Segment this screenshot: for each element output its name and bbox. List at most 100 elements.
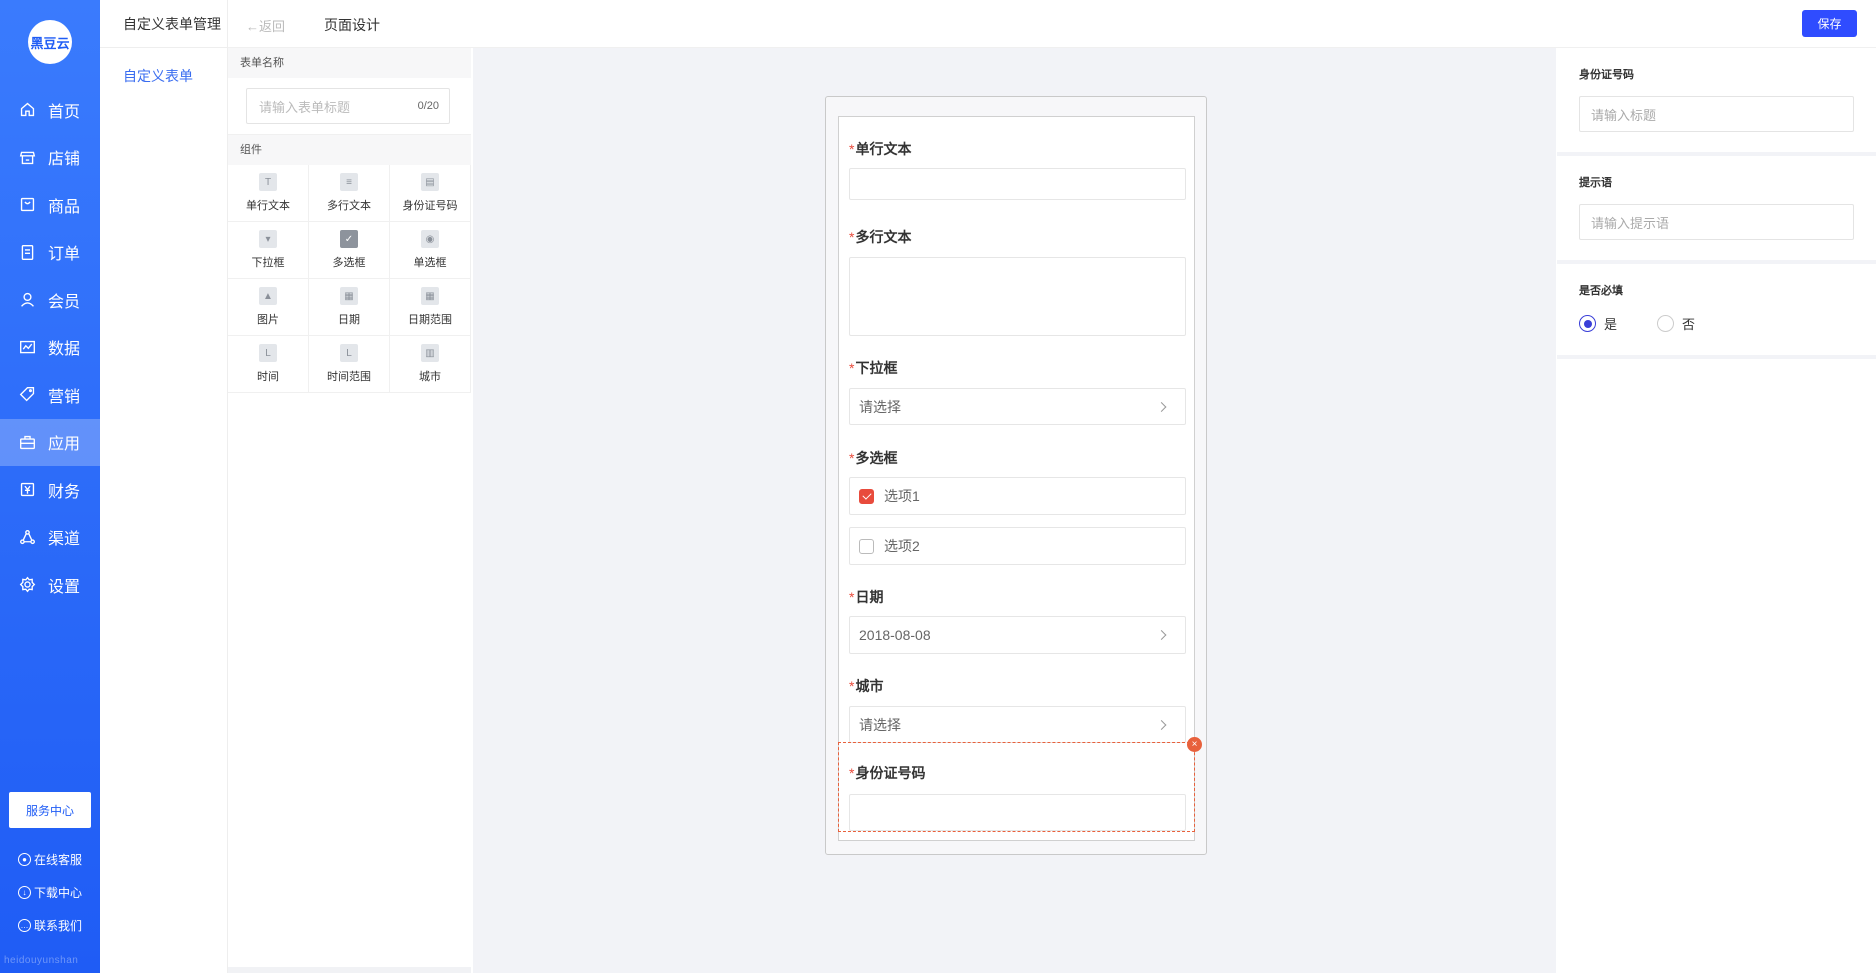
- radio-checked-icon[interactable]: [1579, 315, 1596, 332]
- sidebar-item-member[interactable]: 会员: [0, 276, 100, 324]
- data-icon: [18, 338, 36, 356]
- component-checkbox[interactable]: ✓ 多选框: [309, 222, 390, 279]
- lines-icon: ≡: [340, 173, 358, 191]
- radio-unchecked-icon[interactable]: [1657, 315, 1675, 332]
- online-service-link[interactable]: ● 在线客服: [18, 843, 82, 876]
- channel-icon: [18, 528, 36, 546]
- sidebar-item-marketing[interactable]: 营销: [0, 371, 100, 419]
- property-required-label: 是否必填: [1579, 285, 1623, 297]
- checkbox-checked-icon[interactable]: [859, 488, 874, 504]
- component-dropdown[interactable]: ▾ 下拉框: [228, 222, 309, 279]
- sidebar-item-order[interactable]: 订单: [0, 229, 100, 277]
- form-name-label: 表单名称: [228, 48, 471, 78]
- component-date[interactable]: ▦ 日期: [309, 279, 390, 336]
- page-title: 页面设计: [324, 17, 380, 33]
- component-radio[interactable]: ◉ 单选框: [390, 222, 471, 279]
- sidebar-item-goods[interactable]: 商品: [0, 181, 100, 229]
- radio-no[interactable]: 否: [1657, 314, 1695, 333]
- chat-icon: …: [18, 919, 31, 932]
- app-icon: [18, 433, 36, 451]
- save-button[interactable]: 保存: [1802, 10, 1857, 37]
- download-center-link[interactable]: ↓ 下载中心: [18, 876, 82, 909]
- date-picker[interactable]: 2018-08-08: [849, 616, 1186, 654]
- field-label-multi-text: *多行文本: [849, 229, 912, 245]
- sidebar-item-label: 设置: [48, 578, 81, 596]
- sidebar-item-app[interactable]: 应用: [0, 418, 100, 466]
- sidebar-item-finance[interactable]: 财务: [0, 466, 100, 514]
- field-label-dropdown: *下拉框: [849, 360, 898, 376]
- property-hint-label: 提示语: [1579, 177, 1612, 189]
- sidebar-links: ● 在线客服 ↓ 下载中心 … 联系我们: [18, 843, 82, 942]
- id-card-icon: ▤: [421, 173, 439, 191]
- components-label: 组件: [228, 135, 471, 165]
- radio-yes[interactable]: 是: [1579, 314, 1617, 333]
- checkbox-option-2[interactable]: 选项2: [849, 527, 1186, 565]
- text-icon: T: [259, 173, 277, 191]
- delete-field-icon[interactable]: ×: [1187, 737, 1202, 752]
- avatar-icon: ●: [18, 853, 31, 866]
- sidebar-item-label: 订单: [48, 246, 81, 264]
- sub-sidebar: 自定义表单管理 自定义表单: [100, 0, 228, 973]
- sub-sidebar-title: 自定义表单管理: [100, 0, 227, 48]
- component-id-card[interactable]: ▤ 身份证号码: [390, 165, 471, 222]
- contact-us-link[interactable]: … 联系我们: [18, 909, 82, 942]
- calendar-range-icon: ▦: [421, 287, 439, 305]
- field-label-city: *城市: [849, 678, 884, 694]
- id-card-input[interactable]: [849, 794, 1186, 831]
- sub-sidebar-item-custom-form[interactable]: 自定义表单: [100, 66, 227, 86]
- field-label-checkbox: *多选框: [849, 450, 898, 466]
- component-multi-text[interactable]: ≡ 多行文本: [309, 165, 390, 222]
- single-text-input[interactable]: [849, 168, 1186, 200]
- design-canvas: *单行文本 *多行文本 *下拉框 请选择 *多选框 选项1 选项2 *日期 20…: [473, 48, 1556, 973]
- settings-icon: [18, 576, 36, 594]
- finance-icon: [18, 481, 36, 499]
- property-title-label: 身份证号码: [1579, 69, 1634, 81]
- building-icon: ▥: [421, 344, 439, 362]
- sidebar-item-data[interactable]: 数据: [0, 324, 100, 372]
- service-center-button[interactable]: 服务中心: [9, 792, 91, 828]
- sidebar-item-label: 店铺: [48, 151, 81, 169]
- selected-field-id-card[interactable]: × *身份证号码: [838, 737, 1202, 832]
- sidebar-item-label: 营销: [48, 388, 81, 406]
- component-image[interactable]: ▲ 图片: [228, 279, 309, 336]
- sidebar-item-label: 数据: [48, 341, 81, 359]
- multi-text-textarea[interactable]: [849, 257, 1186, 336]
- components-panel: 表单名称 请输入表单标题 0/20 组件 T 单行文本 ≡ 多行文本 ▤ 身份证号码 …: [228, 48, 471, 973]
- checkbox-option-1[interactable]: 选项1: [849, 477, 1186, 515]
- main-sidebar: 黑豆云 首页 店铺 商品 订单 会员 数据 营销 应用 财务 渠道 设置 服务中…: [0, 0, 100, 973]
- clock-range-icon: L: [340, 344, 358, 362]
- radio-icon: ◉: [421, 230, 439, 248]
- logo[interactable]: 黑豆云: [28, 20, 72, 64]
- sidebar-item-store[interactable]: 店铺: [0, 134, 100, 182]
- component-time[interactable]: L 时间: [228, 336, 309, 393]
- form-name-input[interactable]: 请输入表单标题 0/20: [246, 88, 450, 124]
- properties-panel: 身份证号码 请输入标题 提示语 请输入提示语 是否必填 是 否: [1557, 48, 1876, 973]
- component-single-text[interactable]: T 单行文本: [228, 165, 309, 222]
- order-icon: [18, 243, 36, 261]
- watermark: heidouyunshan: [4, 955, 79, 966]
- title-input[interactable]: 请输入标题: [1579, 96, 1854, 132]
- hint-input[interactable]: 请输入提示语: [1579, 204, 1854, 240]
- char-count: 0/20: [417, 100, 439, 112]
- phone-preview: *单行文本 *多行文本 *下拉框 请选择 *多选框 选项1 选项2 *日期 20…: [825, 96, 1207, 855]
- home-icon: [18, 101, 36, 119]
- store-icon: [18, 148, 36, 166]
- field-label-date: *日期: [849, 589, 884, 605]
- field-label-id-card: *身份证号码: [849, 765, 926, 781]
- arrow-left-icon: ←: [246, 19, 259, 34]
- sidebar-item-home[interactable]: 首页: [0, 86, 100, 134]
- component-city[interactable]: ▥ 城市: [390, 336, 471, 393]
- sidebar-item-settings[interactable]: 设置: [0, 561, 100, 609]
- checkbox-unchecked-icon[interactable]: [859, 538, 874, 554]
- clock-icon: L: [259, 344, 277, 362]
- dropdown-select[interactable]: 请选择: [849, 388, 1186, 425]
- calendar-icon: ▦: [340, 287, 358, 305]
- sidebar-item-channel[interactable]: 渠道: [0, 514, 100, 562]
- component-date-range[interactable]: ▦ 日期范围: [390, 279, 471, 336]
- back-button[interactable]: ←返回: [246, 16, 285, 35]
- sidebar-item-label: 商品: [48, 198, 81, 216]
- form-preview: *单行文本 *多行文本 *下拉框 请选择 *多选框 选项1 选项2 *日期 20…: [838, 116, 1202, 841]
- city-picker[interactable]: 请选择: [849, 706, 1186, 743]
- chevron-right-icon: [1156, 719, 1167, 730]
- component-time-range[interactable]: L 时间范围: [309, 336, 390, 393]
